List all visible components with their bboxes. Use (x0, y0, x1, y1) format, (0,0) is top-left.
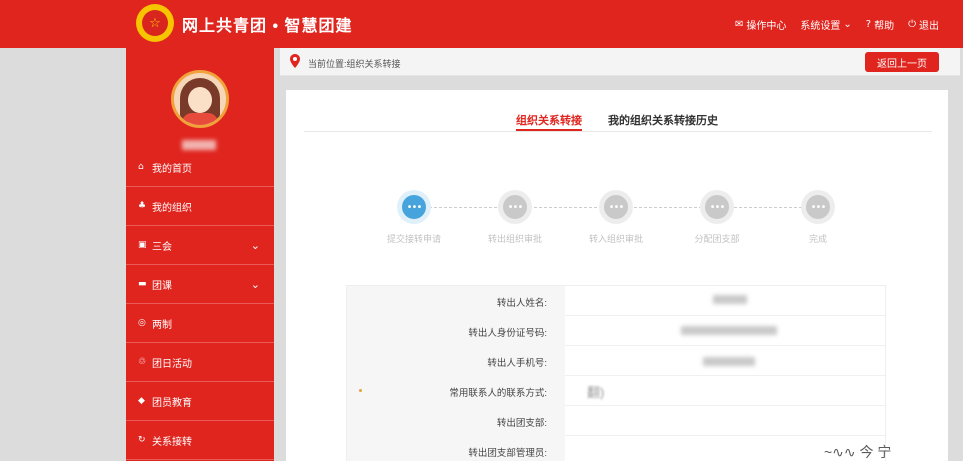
sidebar-item-label: 三会 (152, 241, 172, 253)
sidebar-menu: ⌂ 我的首页 ♣ 我的组织 ▣ 三会 ⌄ ▬ 团课 ⌄ ◎ 两制 ♲ 团日活动 … (126, 148, 274, 460)
recycle-icon: ♲ (138, 357, 147, 367)
step-circle: ••• (700, 190, 734, 224)
sidebar-item-label: 关系接转 (152, 436, 192, 448)
form-row-name: 转出人姓名: (347, 286, 885, 316)
group-icon: ♣ (138, 201, 147, 211)
main-content-card: 组织关系转接 我的组织关系转接历史 ••• 提交接转申请 ••• 转出组织审批 … (286, 90, 948, 461)
back-button[interactable]: 返回上一页 (865, 52, 939, 72)
sidebar-item-member-education[interactable]: ◆ 团员教育 (126, 382, 274, 421)
form-row-phone: 转出人手机号: (347, 346, 885, 376)
name-value-redacted (713, 295, 747, 304)
step-label: 完成 (808, 234, 827, 244)
more-dots-icon: ••• (402, 195, 426, 219)
field-label: 转出人身份证号码: (468, 328, 547, 339)
step-outgoing-approval: ••• 转出组织审批 (470, 190, 560, 245)
more-dots-icon: ••• (806, 195, 830, 219)
field-label: 转出团支部: (496, 418, 547, 429)
form-row-id-number: 转出人身份证号码: (347, 316, 885, 346)
help-link[interactable]: ? 帮助 (866, 17, 894, 32)
refresh-icon: ↻ (138, 435, 146, 445)
step-circle: ••• (397, 190, 431, 224)
step-incoming-approval: ••• 转入组织审批 (571, 190, 661, 245)
help-icon: ? (865, 19, 872, 30)
sidebar-item-label: 我的组织 (152, 202, 192, 214)
league-logo-icon: ☆ (136, 4, 174, 42)
sidebar-item-league-day[interactable]: ♲ 团日活动 (126, 343, 274, 382)
progress-steps: ••• 提交接转申请 ••• 转出组织审批 ••• 转入组织审批 ••• 分配团… (286, 190, 948, 260)
help-label: 帮助 (874, 21, 895, 32)
edit-icon: ▣ (138, 240, 147, 250)
form-row-contact[interactable]: 常用联系人的联系方式: 翻) (347, 376, 885, 406)
app-title: 网上共青团 • 智慧团建 (182, 18, 353, 35)
breadcrumb-bar: 当前位置:组织关系转接 返回上一页 (280, 48, 960, 76)
system-settings-menu[interactable]: 系统设置 ⌄ (800, 17, 851, 32)
operation-center-link[interactable]: ✉ 操作中心 (735, 17, 786, 32)
field-label: 常用联系人的联系方式: (449, 388, 547, 399)
target-icon: ◎ (138, 318, 146, 328)
sidebar-item-three-meetings[interactable]: ▣ 三会 ⌄ (126, 226, 274, 265)
graduation-cap-icon: ◆ (138, 396, 145, 406)
top-nav: ✉ 操作中心 系统设置 ⌄ ? 帮助 ⏻ 退出 (735, 17, 939, 32)
avatar-body (182, 113, 218, 125)
sidebar-item-label: 团员教育 (152, 397, 192, 409)
sidebar-item-label: 团日活动 (152, 358, 192, 370)
home-icon: ⌂ (138, 162, 144, 172)
step-label: 分配团支部 (694, 234, 740, 244)
sidebar-item-relation-transfer[interactable]: ↻ 关系接转 (126, 421, 274, 460)
chevron-down-icon[interactable]: ⌄ (251, 278, 260, 291)
more-dots-icon: ••• (705, 195, 729, 219)
step-complete: ••• 完成 (773, 190, 863, 245)
avatar-face (188, 87, 212, 113)
sidebar-item-two-systems[interactable]: ◎ 两制 (126, 304, 274, 343)
tab-transfer-history[interactable]: 我的组织关系转接历史 (608, 112, 718, 128)
step-label: 转出组织审批 (487, 234, 542, 244)
sidebar: ⌂ 我的首页 ♣ 我的组织 ▣ 三会 ⌄ ▬ 团课 ⌄ ◎ 两制 ♲ 团日活动 … (126, 48, 274, 461)
chevron-down-icon: ⌄ (843, 19, 852, 30)
avatar[interactable] (171, 70, 229, 128)
form-row-branch-admin: 转出团支部管理员: (347, 436, 885, 461)
sidebar-item-label: 我的首页 (152, 163, 192, 175)
step-submit-application: ••• 提交接转申请 (369, 190, 459, 245)
location-pin-icon (290, 54, 300, 68)
breadcrumb: 当前位置:组织关系转接 (308, 59, 401, 69)
sidebar-item-league-class[interactable]: ▬ 团课 ⌄ (126, 265, 274, 304)
more-dots-icon: ••• (503, 195, 527, 219)
more-dots-icon: ••• (604, 195, 628, 219)
mail-icon: ✉ (734, 19, 744, 30)
sidebar-item-home[interactable]: ⌂ 我的首页 (126, 148, 274, 187)
top-header: ☆ 网上共青团 • 智慧团建 ✉ 操作中心 系统设置 ⌄ ? 帮助 ⏻ 退出 (0, 0, 963, 48)
step-label: 转入组织审批 (588, 234, 643, 244)
sidebar-item-label: 团课 (152, 280, 172, 292)
form-row-branch: 转出团支部: (347, 406, 885, 436)
id-value-redacted (681, 326, 777, 335)
contact-value[interactable]: 翻) (587, 382, 604, 401)
operation-center-label: 操作中心 (746, 21, 787, 32)
system-settings-label: 系统设置 (800, 21, 841, 32)
phone-value-redacted (703, 357, 755, 366)
folder-icon: ▬ (138, 279, 147, 289)
active-tab-indicator (516, 129, 582, 131)
logout-link[interactable]: ⏻ 退出 (908, 17, 939, 32)
field-label: 转出人手机号: (487, 358, 547, 369)
tab-relation-transfer[interactable]: 组织关系转接 (516, 112, 582, 128)
power-icon: ⏻ (908, 19, 916, 30)
field-label: 转出人姓名: (496, 298, 547, 309)
sidebar-item-my-organization[interactable]: ♣ 我的组织 (126, 187, 274, 226)
sidebar-item-label: 两制 (152, 319, 172, 331)
logo-star: ☆ (142, 10, 168, 36)
step-label: 提交接转申请 (386, 234, 441, 244)
step-circle: ••• (498, 190, 532, 224)
watermark: ~∿∿ 今 宁 (824, 444, 892, 460)
step-circle: ••• (801, 190, 835, 224)
logout-label: 退出 (919, 21, 939, 32)
field-label: 转出团支部管理员: (468, 448, 547, 459)
step-assign-branch: ••• 分配团支部 (672, 190, 762, 245)
transfer-form: 转出人姓名: 转出人身份证号码: 转出人手机号: 常用联系人的联系方式: 翻) … (346, 285, 886, 461)
chevron-down-icon[interactable]: ⌄ (251, 239, 260, 252)
tab-bar: 组织关系转接 我的组织关系转接历史 (304, 90, 932, 132)
step-circle: ••• (599, 190, 633, 224)
